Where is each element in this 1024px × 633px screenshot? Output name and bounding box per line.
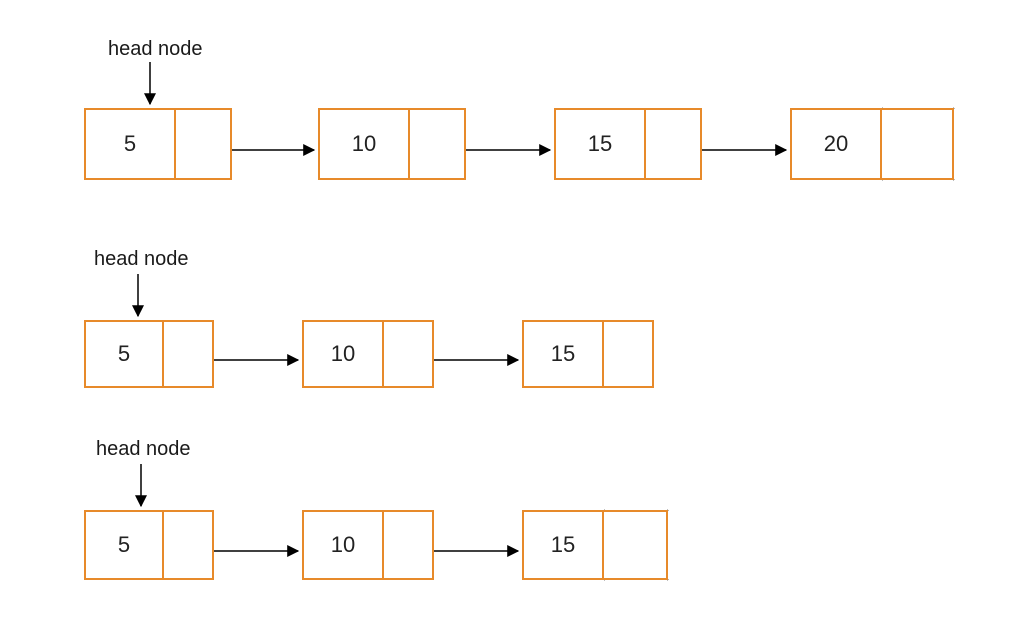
linked-list-node: 15 (522, 320, 654, 388)
node-null-pointer (604, 510, 668, 580)
node-next-pointer (410, 108, 466, 180)
linked-list-node: 15 (522, 510, 668, 580)
head-node-label: head node (108, 38, 203, 61)
node-value: 10 (302, 510, 384, 580)
node-value: 5 (84, 320, 164, 388)
linked-list-node: 10 (302, 510, 434, 580)
node-value: 5 (84, 510, 164, 580)
node-value: 10 (302, 320, 384, 388)
linked-list-node: 5 (84, 510, 214, 580)
linked-list-node: 20 (790, 108, 954, 180)
node-next-pointer (384, 510, 434, 580)
diagram-canvas: head node 5 10 15 20 head node 5 10 15 head node 5… (0, 0, 1024, 633)
node-value: 20 (790, 108, 882, 180)
node-next-pointer (604, 320, 654, 388)
node-value: 10 (318, 108, 410, 180)
node-value: 5 (84, 108, 176, 180)
linked-list-node: 10 (318, 108, 466, 180)
node-next-pointer (164, 320, 214, 388)
node-next-pointer (646, 108, 702, 180)
node-value: 15 (554, 108, 646, 180)
linked-list-node: 10 (302, 320, 434, 388)
node-value: 15 (522, 320, 604, 388)
head-node-label: head node (96, 438, 191, 461)
linked-list-node: 5 (84, 108, 232, 180)
linked-list-node: 5 (84, 320, 214, 388)
node-value: 15 (522, 510, 604, 580)
node-null-pointer (882, 108, 954, 180)
linked-list-node: 15 (554, 108, 702, 180)
node-next-pointer (164, 510, 214, 580)
node-next-pointer (176, 108, 232, 180)
node-next-pointer (384, 320, 434, 388)
head-node-label: head node (94, 248, 189, 271)
